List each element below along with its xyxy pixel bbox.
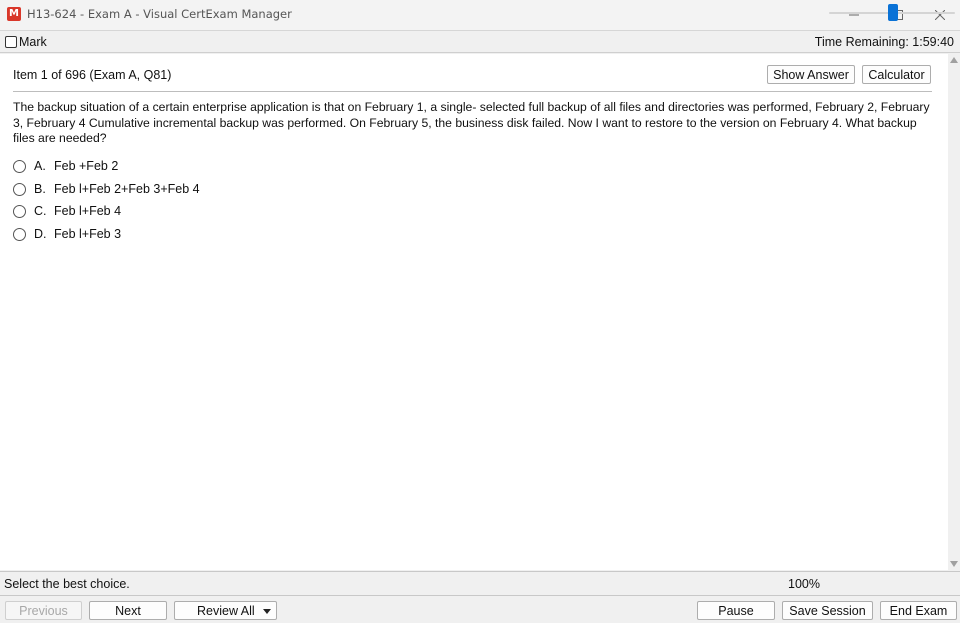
choice-letter: C. bbox=[34, 204, 47, 218]
minimize-button[interactable] bbox=[832, 0, 876, 30]
question-text: The backup situation of a certain enterp… bbox=[13, 100, 930, 145]
end-exam-button[interactable]: End Exam bbox=[880, 601, 957, 620]
question-panel: Item 1 of 696 (Exam A, Q81) Show Answer … bbox=[0, 54, 948, 570]
review-all-button[interactable]: Review All bbox=[174, 601, 277, 620]
choice-text: Feb l+Feb 3 bbox=[54, 227, 122, 241]
mark-bar: Mark Time Remaining: 1:59:40 bbox=[0, 30, 960, 53]
choice-a[interactable]: A. Feb +Feb 2 bbox=[13, 158, 273, 176]
time-remaining: Time Remaining: 1:59:40 bbox=[814, 35, 954, 49]
choice-text: Feb +Feb 2 bbox=[54, 159, 119, 173]
navigation-bar: Previous Next Review All Pause Save Sess… bbox=[0, 597, 960, 623]
dropdown-arrow-icon[interactable] bbox=[263, 609, 271, 614]
vertical-scrollbar[interactable] bbox=[948, 54, 960, 570]
pause-button[interactable]: Pause bbox=[697, 601, 775, 620]
radio-button[interactable] bbox=[13, 228, 26, 241]
choice-b[interactable]: B. Feb l+Feb 2+Feb 3+Feb 4 bbox=[13, 181, 273, 199]
instruction-text: Select the best choice. bbox=[4, 577, 130, 591]
next-button[interactable]: Next bbox=[89, 601, 167, 620]
window-title: H13-624 - Exam A - Visual CertExam Manag… bbox=[27, 7, 292, 21]
title-bar: M H13-624 - Exam A - Visual CertExam Man… bbox=[0, 0, 960, 30]
scroll-up-arrow-icon[interactable] bbox=[950, 57, 958, 63]
choice-letter: D. bbox=[34, 227, 47, 241]
radio-button[interactable] bbox=[13, 205, 26, 218]
app-logo-icon: M bbox=[7, 7, 21, 21]
choice-text: Feb l+Feb 2+Feb 3+Feb 4 bbox=[54, 182, 200, 196]
choice-letter: B. bbox=[34, 182, 46, 196]
review-all-label: Review All bbox=[197, 603, 255, 618]
choice-letter: A. bbox=[34, 159, 46, 173]
close-button[interactable] bbox=[918, 0, 960, 30]
radio-button[interactable] bbox=[13, 183, 26, 196]
maximize-button[interactable] bbox=[876, 0, 920, 30]
item-header: Item 1 of 696 (Exam A, Q81) bbox=[13, 68, 172, 82]
app-logo-letter: M bbox=[9, 8, 19, 19]
zoom-level: 100% bbox=[788, 577, 820, 591]
previous-button[interactable]: Previous bbox=[5, 601, 82, 620]
choice-c[interactable]: C. Feb l+Feb 4 bbox=[13, 203, 273, 221]
choice-text: Feb l+Feb 4 bbox=[54, 204, 122, 218]
divider bbox=[13, 91, 932, 92]
save-session-button[interactable]: Save Session bbox=[782, 601, 873, 620]
show-answer-button[interactable]: Show Answer bbox=[767, 65, 855, 84]
calculator-button[interactable]: Calculator bbox=[862, 65, 931, 84]
mark-checkbox[interactable] bbox=[5, 36, 17, 48]
radio-button[interactable] bbox=[13, 160, 26, 173]
scroll-down-arrow-icon[interactable] bbox=[950, 561, 958, 567]
mark-label[interactable]: Mark bbox=[19, 35, 47, 49]
choice-d[interactable]: D. Feb l+Feb 3 bbox=[13, 226, 273, 244]
status-bar: Select the best choice. 100% bbox=[0, 571, 960, 596]
zoom-slider-thumb[interactable] bbox=[888, 4, 898, 21]
